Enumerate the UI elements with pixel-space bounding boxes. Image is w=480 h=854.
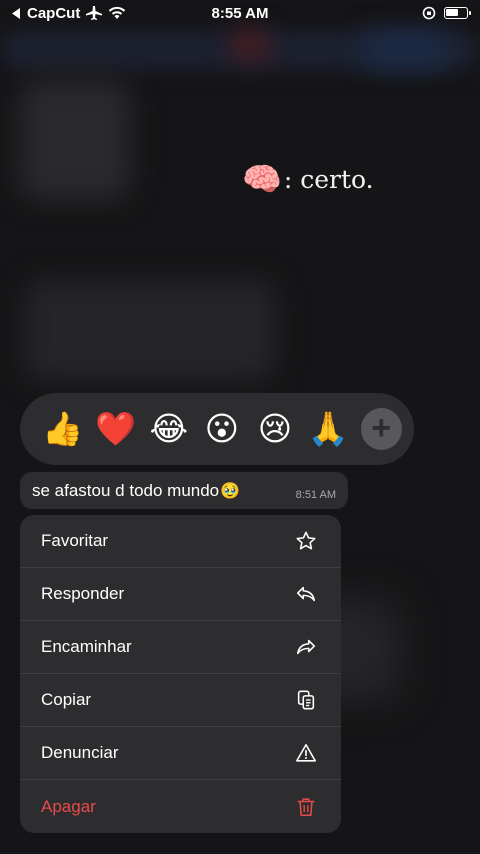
reaction-surprised[interactable]: 😮	[195, 402, 248, 456]
reaction-laughing[interactable]: 😂	[142, 402, 195, 456]
blurred-message	[25, 280, 275, 380]
reaction-bar: 👍 ❤️ 😂 😮 😢 🙏 +	[20, 393, 414, 465]
warning-icon	[296, 743, 316, 762]
back-to-app[interactable]: CapCut	[12, 5, 126, 22]
menu-item-label: Responder	[41, 584, 125, 603]
more-reactions-plus-icon[interactable]: +	[360, 408, 402, 450]
message-text: se afastou d todo mundo	[32, 480, 220, 500]
reaction-pray[interactable]: 🙏	[302, 402, 355, 456]
back-arrow-icon	[12, 7, 20, 19]
forward-icon	[296, 639, 316, 655]
brain-emoji: 🧠	[242, 160, 282, 198]
reaction-thumbs-up[interactable]: 👍	[36, 402, 89, 456]
menu-item-label: Denunciar	[41, 743, 119, 762]
orientation-lock-icon	[422, 6, 436, 20]
reply-icon	[296, 586, 316, 602]
status-bar: CapCut 8:55 AM	[0, 0, 480, 26]
blurred-call-icons	[360, 30, 450, 70]
message-emoji: 🥹	[220, 482, 241, 500]
menu-item-label: Copiar	[41, 690, 92, 709]
message-time: 8:51 AM	[295, 488, 336, 501]
blurred-message	[20, 80, 130, 200]
wifi-icon	[109, 6, 126, 19]
menu-item-copiar[interactable]: Copiar	[20, 674, 341, 727]
airplane-icon	[86, 6, 103, 20]
menu-item-favoritar[interactable]: Favoritar	[20, 515, 341, 568]
context-menu: Favoritar Responder Encaminhar Copiar De…	[20, 515, 341, 833]
video-caption: 🧠 : certo.	[242, 160, 374, 198]
blurred-avatar	[230, 30, 270, 60]
copy-icon	[297, 690, 315, 710]
message-bubble[interactable]: se afastou d todo mundo 🥹 8:51 AM	[20, 472, 348, 509]
star-icon	[296, 531, 316, 550]
caption-text: : certo.	[283, 164, 374, 194]
menu-item-apagar[interactable]: Apagar	[20, 780, 341, 833]
trash-icon	[297, 797, 315, 816]
menu-item-responder[interactable]: Responder	[20, 568, 341, 621]
reaction-crying[interactable]: 😢	[248, 402, 301, 456]
menu-item-label: Apagar	[41, 796, 96, 816]
back-app-label: CapCut	[27, 4, 81, 22]
battery-icon	[444, 7, 471, 19]
menu-item-denunciar[interactable]: Denunciar	[20, 727, 341, 780]
menu-item-label: Favoritar	[41, 531, 109, 550]
reaction-heart[interactable]: ❤️	[89, 402, 142, 456]
menu-item-label: Encaminhar	[41, 637, 132, 656]
menu-item-encaminhar[interactable]: Encaminhar	[20, 621, 341, 674]
